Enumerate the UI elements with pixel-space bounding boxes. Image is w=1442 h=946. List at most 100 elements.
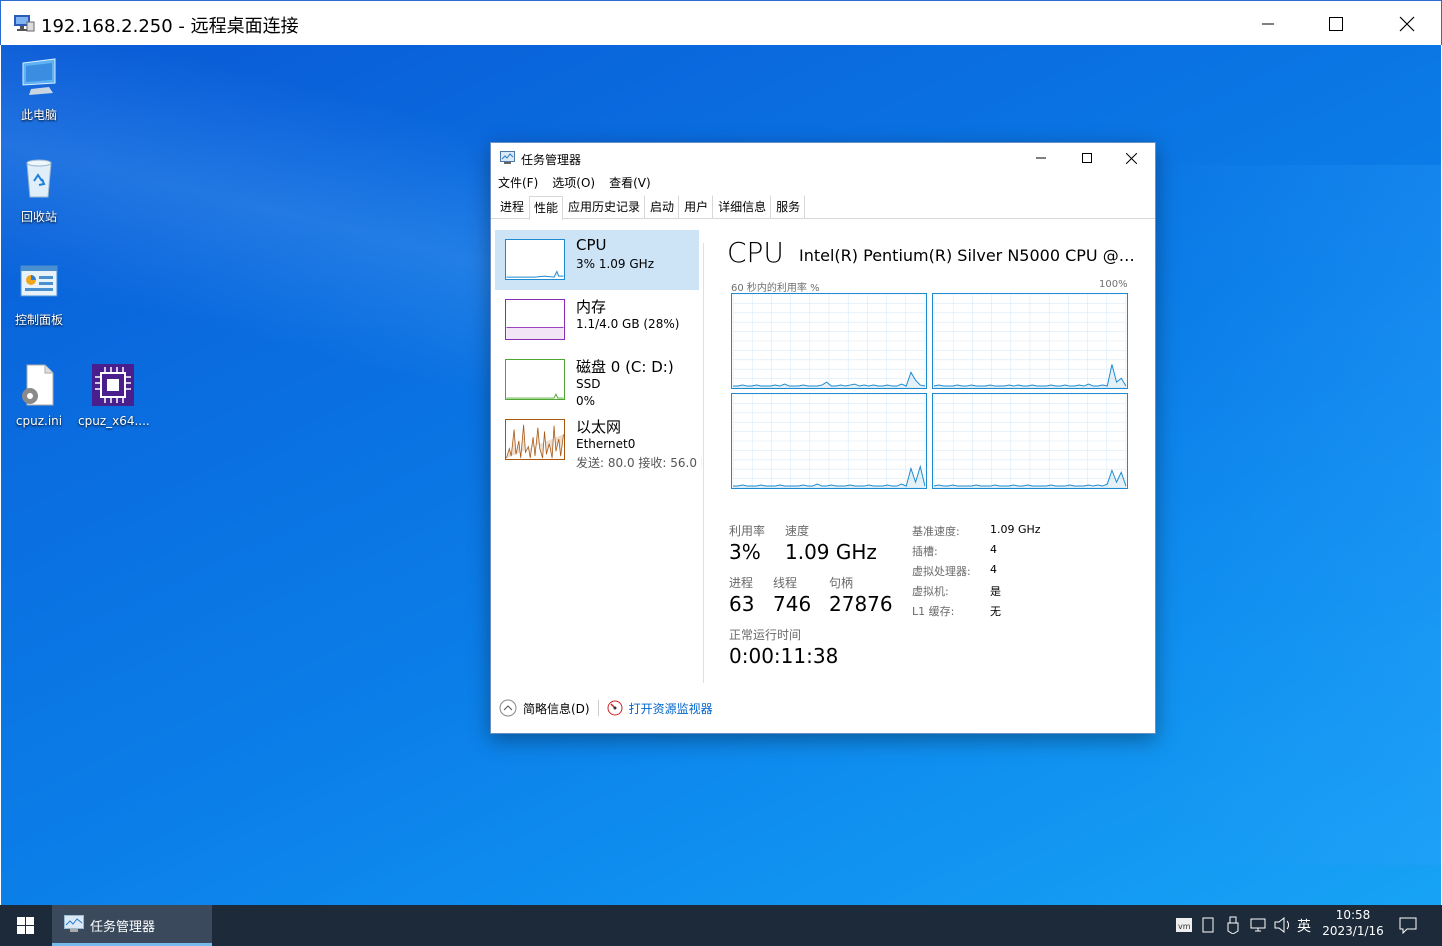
tm-minimize-button[interactable] [1018,143,1063,173]
info-value: 是 [990,585,1001,598]
speed-value: 1.09 GHz [785,540,877,564]
chevron-up-icon[interactable] [499,699,517,717]
cpuz-icon [92,364,134,406]
menu-bar: 文件(F) 选项(O) 查看(V) [491,173,1155,195]
side-item-memory[interactable]: 内存 1.1/4.0 GB (28%) [495,290,699,350]
info-key: 虚拟机: [912,585,949,598]
clock-date: 2023/1/16 [1322,924,1384,938]
volume-icon[interactable] [1274,917,1292,933]
process-value: 63 [729,592,755,616]
desktop-icon-label: cpuz_x64.... [78,414,150,428]
battery-icon[interactable] [1202,917,1214,933]
task-manager-icon [64,915,84,932]
thread-label: 线程 [773,576,798,590]
info-key: 插槽: [912,545,938,558]
resource-monitor-icon [607,700,623,716]
cpu-thumbnail-graph [505,239,565,280]
cpu-core-graph [932,293,1128,389]
uptime-label: 正常运行时间 [729,628,802,642]
clock-time: 10:58 [1335,908,1371,922]
tab-app-history[interactable]: 应用历史记录 [563,195,646,218]
graph-max-label: 100% [1099,279,1128,290]
open-resource-monitor-link[interactable]: 打开资源监视器 [629,700,713,717]
computer-icon [22,58,56,95]
main-heading: CPU [727,236,784,269]
footer: 简略信息(D) 打开资源监视器 [499,699,713,717]
tab-bar: 进程 性能 应用历史记录 启动 用户 详细信息 服务 [491,195,1155,220]
pane-divider [703,243,704,683]
taskbar-app-label: 任务管理器 [90,920,156,935]
tab-details[interactable]: 详细信息 [713,195,772,218]
graph-label: 60 秒内的利用率 % [731,283,820,294]
rdp-title: 192.168.2.250 - 远程桌面连接 [41,16,299,37]
side-item-name: 内存 [576,298,607,316]
tm-close-button[interactable] [1109,143,1154,173]
menu-options[interactable]: 选项(O) [552,173,595,195]
side-item-detail: 1.1/4.0 GB (28%) [576,317,680,331]
cpu-core-graph [731,293,927,389]
disk-thumbnail-graph [505,359,565,400]
tab-users[interactable]: 用户 [679,195,714,218]
brief-info-link[interactable]: 简略信息(D) [523,700,590,717]
desktop-icon-label: 回收站 [20,210,57,224]
task-manager-title: 任务管理器 [521,153,582,167]
side-item-detail-2: 发送: 80.0 接收: 56.0 K [576,456,702,470]
task-manager-window: 任务管理器 文件(F) 选项(O) 查看(V) 进程 性能 应用历史记录 启动 … [490,142,1156,734]
vmware-tools-icon[interactable]: vm [1176,917,1192,933]
notification-center-icon[interactable] [1399,917,1417,934]
thread-value: 746 [773,592,812,616]
util-value: 3% [729,540,761,564]
windows-logo-icon [16,917,34,934]
desktop-icon-label: 控制面板 [14,313,63,327]
side-item-ethernet[interactable]: 以太网 Ethernet0 发送: 80.0 接收: 56.0 K [495,410,702,470]
uptime-value: 0:00:11:38 [729,644,839,668]
memory-thumbnail-graph [505,299,565,340]
side-item-detail-2: 0% [576,394,596,408]
system-tray: vm 英 [1176,905,1316,946]
side-item-name: 以太网 [576,418,622,436]
desktop-icon-cpuz-ini[interactable]: cpuz.ini [4,363,74,428]
desktop-icon-control-panel[interactable]: 控制面板 [4,260,74,328]
side-item-disk[interactable]: 磁盘 0 (C: D:) SSD 0% [495,350,699,410]
rdp-title-bar: 192.168.2.250 - 远程桌面连接 [0,0,1442,45]
tab-performance[interactable]: 性能 [529,196,564,220]
task-manager-title-bar: 任务管理器 [491,143,1155,173]
desktop-icon-cpuz[interactable]: cpuz_x64.... [78,363,150,428]
taskbar: 任务管理器 vm 英 10:58 2023/1/16 [0,905,1442,946]
tm-maximize-button[interactable] [1064,143,1109,173]
cpu-core-graph [731,393,927,489]
tab-startup[interactable]: 启动 [645,195,680,218]
usb-device-icon[interactable] [1226,916,1240,934]
rdp-close-button[interactable] [1372,1,1442,46]
info-key: 虚拟处理器: [912,565,971,578]
info-value: 1.09 GHz [990,523,1041,536]
tab-services[interactable]: 服务 [771,195,806,218]
rdp-maximize-button[interactable] [1301,1,1371,46]
recycle-bin-icon [26,159,52,198]
info-value: 4 [990,543,997,556]
menu-view[interactable]: 查看(V) [609,173,651,195]
side-item-name: 磁盘 0 (C: D:) [576,358,674,376]
tab-processes[interactable]: 进程 [495,195,529,218]
info-key: L1 缓存: [912,605,955,618]
info-value: 4 [990,563,997,576]
menu-file[interactable]: 文件(F) [498,173,538,195]
start-button[interactable] [0,905,50,946]
remote-desktop-icon [14,15,35,32]
control-panel-icon [20,265,58,297]
info-value: 无 [990,605,1001,618]
process-label: 进程 [729,576,754,590]
taskbar-task-manager-button[interactable]: 任务管理器 [52,905,212,946]
speed-label: 速度 [785,524,810,538]
side-item-cpu[interactable]: CPU 3% 1.09 GHz [495,230,699,290]
settings-file-icon [22,364,54,406]
desktop-icon-this-pc[interactable]: 此电脑 [4,55,74,123]
info-key: 基准速度: [912,525,960,538]
cpu-core-graphs [731,293,1129,490]
processor-name: Intel(R) Pentium(R) Silver N5000 CPU @ 1… [799,246,1139,265]
rdp-minimize-button[interactable] [1233,1,1303,46]
desktop-icon-recycle-bin[interactable]: 回收站 [4,157,74,225]
network-icon[interactable] [1250,917,1266,933]
input-method-indicator[interactable]: 英 [1297,916,1311,936]
clock[interactable]: 10:58 2023/1/16 [1318,905,1388,946]
